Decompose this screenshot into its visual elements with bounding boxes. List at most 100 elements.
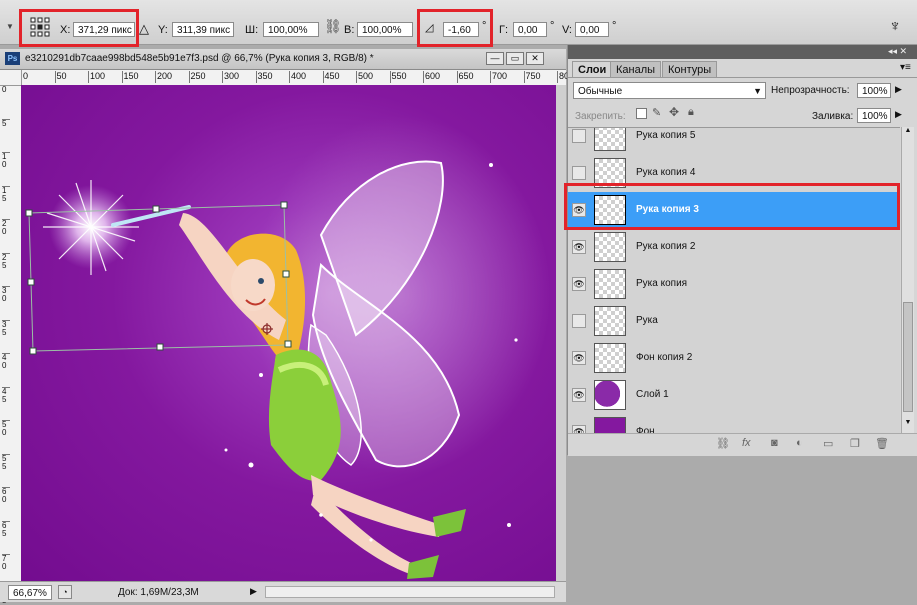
ruler-v-label: 1 0 (2, 152, 10, 169)
chevron-down-icon: ▼ (753, 86, 762, 96)
maximize-button[interactable]: ▭ (506, 52, 524, 65)
height-field[interactable]: 100,00% (357, 22, 413, 37)
ruler-h-label: 750 (523, 71, 541, 83)
document-title-bar[interactable]: Ps e3210291db7caae998bd548e5b91e7f3.psd … (0, 49, 566, 70)
scroll-thumb[interactable] (903, 302, 913, 412)
lock-transparency-icon[interactable] (636, 108, 647, 119)
layer-row[interactable]: 👁︎ Фон копия 2 (568, 340, 898, 378)
collapse-panel-icon[interactable]: ◂◂ ✕ (888, 46, 907, 57)
rotate-angle-icon: ◿ (425, 22, 434, 34)
ps-file-icon: Ps (5, 52, 20, 65)
layer-name: Рука (636, 315, 658, 326)
lock-brush-icon[interactable]: ✎ (652, 106, 661, 119)
layer-thumbnail (594, 306, 626, 336)
tab-paths[interactable]: Контуры (662, 61, 718, 77)
blend-mode-select[interactable]: Обычные ▼ (573, 82, 766, 99)
tab-channels[interactable]: Каналы (610, 61, 662, 77)
fill-field[interactable]: 100% (857, 108, 891, 123)
ruler-h-label: 500 (356, 71, 374, 83)
layer-name: Рука копия 5 (636, 130, 696, 141)
h-skew-degree: ° (550, 20, 555, 32)
layer-row[interactable]: 👁︎ Фон (568, 414, 898, 434)
layer-thumbnail (594, 343, 626, 373)
ruler-v-label: 3 5 (2, 319, 10, 337)
zoom-field[interactable]: 66,67% (8, 585, 52, 600)
layers-scrollbar[interactable]: ▲ ▼ (901, 127, 914, 433)
ruler-v-label: 6 5 (2, 520, 10, 538)
document-canvas[interactable] (21, 85, 556, 581)
v-skew-label: V: (562, 24, 572, 36)
layer-row[interactable]: 👁︎ Слой 1 (568, 377, 898, 415)
eye-hidden-icon[interactable] (572, 314, 586, 328)
add-mask-icon[interactable]: ◙ (771, 437, 778, 449)
link-chain-icon[interactable]: ⛓ (324, 18, 342, 35)
fx-icon[interactable]: fx (742, 437, 751, 449)
status-bar: 66,67% ◔ Док: 1,69M/23,3M ▶ (0, 581, 566, 602)
ruler-v-label: 4 5 (2, 386, 10, 404)
options-bar: ▼ X: 371,29 пикс △ Y: 311,39 пикс Ш: 100… (0, 0, 917, 47)
eye-icon[interactable]: 👁︎ (572, 277, 586, 291)
opacity-label: Непрозрачность: (771, 85, 850, 96)
width-label: Ш: (245, 24, 259, 36)
eye-hidden-icon[interactable] (572, 166, 586, 180)
ruler-h-label: 650 (456, 71, 474, 83)
eye-icon[interactable]: 👁︎ (572, 351, 586, 365)
tab-layers[interactable]: Слои (572, 61, 613, 77)
h-skew-label: Г: (499, 24, 509, 36)
layer-name: Рука копия 4 (636, 167, 696, 178)
panel-menu-icon[interactable]: ▾≡ (900, 62, 911, 73)
eye-icon[interactable]: 👁︎ (572, 240, 586, 254)
scroll-down-icon[interactable]: ▼ (902, 419, 914, 429)
horizontal-ruler: 0 50 100 150 200 250 300 350 400 450 500 550 600 650 7… (21, 70, 574, 86)
close-button[interactable]: ✕ (526, 52, 544, 65)
eye-hidden-icon[interactable] (572, 129, 586, 143)
rotation-field[interactable]: -1,60 (443, 22, 479, 37)
h-skew-field[interactable]: 0,00 (513, 22, 547, 37)
adjustment-layer-icon[interactable]: ◐ (796, 437, 803, 449)
x-label: X: (60, 24, 71, 36)
x-position-field[interactable]: 371,29 пикс (73, 22, 135, 37)
width-field[interactable]: 100,00% (263, 22, 319, 37)
y-position-field[interactable]: 311,39 пикс (172, 22, 234, 37)
document-title: e3210291db7caae998bd548e5b91e7f3.psd @ 6… (25, 53, 374, 64)
ruler-h-label: 200 (155, 71, 173, 83)
ruler-corner (0, 70, 22, 86)
height-label: В: (344, 24, 355, 36)
canvas-vertical-scrollbar[interactable] (556, 85, 566, 581)
horizontal-scrollbar[interactable] (265, 586, 555, 598)
lock-all-icon[interactable]: 🔒︎ (688, 106, 694, 119)
scroll-up-icon[interactable]: ▲ (902, 127, 914, 137)
v-skew-field[interactable]: 0,00 (575, 22, 609, 37)
layer-thumbnail (594, 232, 626, 262)
status-arrow-icon[interactable]: ▶ (250, 586, 257, 597)
layer-row[interactable]: Рука копия 5 (568, 128, 898, 156)
layer-row[interactable]: Рука (568, 303, 898, 341)
ruler-v-label: 3 0 (2, 286, 10, 303)
ruler-h-label: 300 (222, 71, 240, 83)
fill-arrow-icon[interactable]: ▶ (895, 109, 902, 120)
blend-mode-value: Обычные (578, 86, 623, 97)
ruler-h-label: 450 (322, 71, 340, 83)
reference-point-grid-icon[interactable] (30, 17, 50, 37)
minimize-button[interactable]: — (486, 52, 504, 65)
opacity-field[interactable]: 100% (857, 83, 891, 98)
layer-row[interactable]: 👁︎ Рука копия (568, 266, 898, 304)
eye-icon[interactable]: 👁︎ (572, 388, 586, 402)
layer-thumbnail (594, 269, 626, 299)
status-menu-icon[interactable]: ◔ (58, 585, 72, 599)
new-group-icon[interactable]: ▭ (823, 437, 833, 450)
delta-icon[interactable]: △ (139, 21, 149, 37)
tool-preset-arrow-icon[interactable]: ▼ (6, 22, 14, 31)
ruler-v-label: 2 0 (2, 219, 10, 236)
lock-move-icon[interactable]: ✥ (669, 105, 679, 119)
ruler-v-label: 7 0 (2, 554, 10, 571)
fill-label: Заливка: (812, 111, 854, 122)
opacity-arrow-icon[interactable]: ▶ (895, 84, 902, 95)
delete-layer-icon[interactable]: 🗑︎ (875, 437, 889, 450)
ruler-h-label: 50 (54, 71, 67, 83)
link-layers-icon[interactable]: ⛓ (716, 437, 730, 450)
layer-row[interactable]: 👁︎ Рука копия 2 (568, 229, 898, 267)
layer-thumbnail (594, 417, 626, 434)
warp-mode-icon[interactable]: ♆ (889, 18, 901, 36)
new-layer-icon[interactable]: ❐ (850, 437, 860, 450)
